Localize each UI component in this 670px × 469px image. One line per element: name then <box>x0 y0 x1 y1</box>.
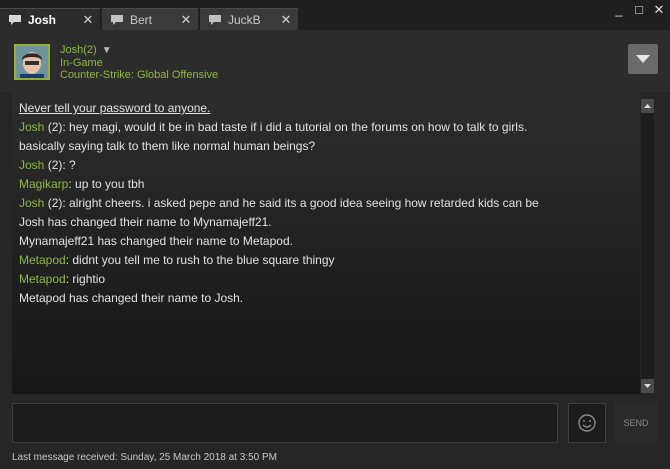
tab-label: Josh <box>28 12 57 27</box>
chat-message: Magikarp: up to you tbh <box>19 175 629 194</box>
message-input[interactable] <box>12 403 558 443</box>
chat-options-button[interactable] <box>628 44 658 74</box>
message-text: Josh has changed their name to Mynamajef… <box>19 215 272 229</box>
message-sender[interactable]: Magikarp <box>19 177 68 191</box>
chat-message: Metapod: rightio <box>19 270 629 289</box>
system-message: Josh has changed their name to Mynamajef… <box>19 213 629 232</box>
maximize-icon[interactable]: □ <box>632 2 646 18</box>
tab-bert[interactable]: Bert ✕ <box>102 8 198 30</box>
friend-game: Counter-Strike: Global Offensive <box>60 69 219 81</box>
chat-header: Josh(2) ▼ In-Game Counter-Strike: Global … <box>0 30 670 92</box>
last-message-timestamp: Last message received: Sunday, 25 March … <box>12 452 277 463</box>
friend-name-label: Josh(2) <box>60 44 97 56</box>
chat-bubble-icon <box>110 14 124 26</box>
message-text: (2): alright cheers. i asked pepe and he… <box>44 196 539 210</box>
chat-bubble-icon <box>208 14 222 26</box>
tab-label: Bert <box>130 12 153 27</box>
message-text: (2): hey magi, would it be in bad taste … <box>44 120 528 134</box>
friend-status: In-Game <box>60 57 103 69</box>
close-icon[interactable]: ✕ <box>278 12 294 28</box>
tab-bar: Josh ✕ Bert ✕ JuckB ✕ _ □ ✕ <box>0 0 670 30</box>
message-text: : didnt you tell me to rush to the blue … <box>65 253 335 267</box>
chevron-up-icon <box>644 104 651 108</box>
tab-juckb[interactable]: JuckB ✕ <box>200 8 298 30</box>
close-icon[interactable]: ✕ <box>80 12 96 28</box>
send-button[interactable]: SEND <box>614 403 658 443</box>
chat-message: Josh (2): alright cheers. i asked pepe a… <box>19 194 629 213</box>
smiley-icon <box>578 414 596 432</box>
chevron-down-icon <box>644 384 651 388</box>
message-sender[interactable]: Josh <box>19 120 44 134</box>
message-text: (2): ? <box>44 158 76 172</box>
tab-label: JuckB <box>228 12 261 27</box>
chat-scrollbar[interactable] <box>641 99 654 393</box>
system-message: Mynamajeff21 has changed their name to M… <box>19 232 629 251</box>
message-list: Never tell your password to anyone. Josh… <box>19 99 629 308</box>
message-sender[interactable]: Josh <box>19 196 44 210</box>
scroll-down-button[interactable] <box>641 379 654 393</box>
friend-name[interactable]: Josh(2) ▼ <box>60 44 218 57</box>
avatar[interactable] <box>14 44 50 80</box>
close-window-icon[interactable]: ✕ <box>652 2 666 18</box>
message-sender[interactable]: Metapod <box>19 253 66 267</box>
message-text: Metapod has changed their name to Josh. <box>19 291 244 305</box>
tab-josh[interactable]: Josh ✕ <box>0 8 100 30</box>
message-text: Never tell your password to anyone. <box>19 101 211 115</box>
chat-message: Josh (2): hey magi, would it be in bad t… <box>19 118 629 137</box>
chat-log: Never tell your password to anyone. Josh… <box>12 92 640 394</box>
message-text: basically saying talk to them like norma… <box>19 139 316 153</box>
password-warning: Never tell your password to anyone. <box>19 99 629 118</box>
scroll-up-button[interactable] <box>641 99 654 113</box>
chevron-down-icon <box>636 55 650 63</box>
close-icon[interactable]: ✕ <box>178 12 194 28</box>
minimize-icon[interactable]: _ <box>612 2 626 18</box>
message-text: : rightio <box>65 272 106 286</box>
chevron-down-icon[interactable]: ▼ <box>102 45 112 56</box>
chat-message: Metapod: didnt you tell me to rush to th… <box>19 251 629 270</box>
system-message: Metapod has changed their name to Josh. <box>19 289 629 308</box>
window-controls: _ □ ✕ <box>612 2 666 18</box>
chat-bubble-icon <box>8 14 22 26</box>
chat-message: Josh (2): ? <box>19 156 629 175</box>
message-sender[interactable]: Josh <box>19 158 44 172</box>
message-text: : up to you tbh <box>68 177 145 191</box>
message-text: Mynamajeff21 has changed their name to M… <box>19 234 293 248</box>
emoticon-button[interactable] <box>568 403 606 443</box>
message-sender[interactable]: Metapod <box>19 272 66 286</box>
user-info: Josh(2) ▼ In-Game Counter-Strike: Global … <box>60 44 218 81</box>
chat-message: basically saying talk to them like norma… <box>19 137 629 156</box>
